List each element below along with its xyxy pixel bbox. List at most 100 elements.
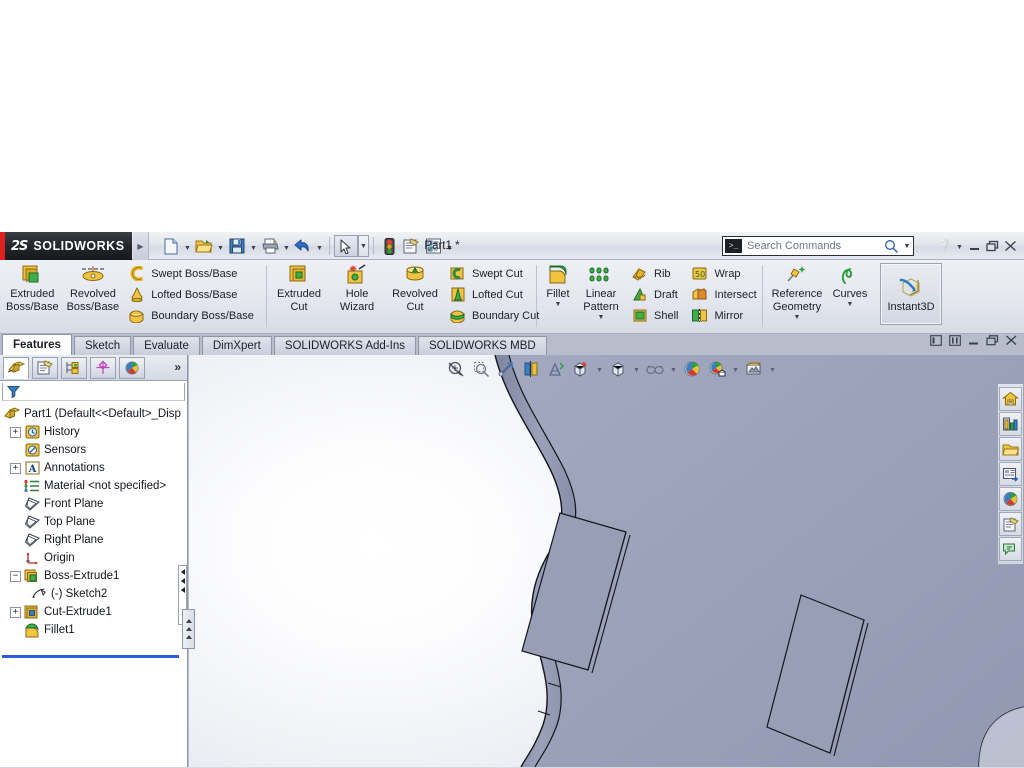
- restore-icon[interactable]: [985, 236, 1000, 256]
- swept-boss-base-button[interactable]: Swept Boss/Base: [123, 264, 258, 283]
- new-document-button[interactable]: [160, 234, 182, 258]
- tree-item-history[interactable]: + History: [3, 423, 187, 441]
- solidworks-forum-button[interactable]: [999, 537, 1022, 561]
- tree-item-cut-extrude1[interactable]: + Cut-Extrude1: [3, 603, 187, 621]
- hide-show-items-dropdown-icon[interactable]: ▼: [631, 358, 642, 380]
- close-icon[interactable]: [1003, 236, 1018, 256]
- close-document-icon[interactable]: [1004, 333, 1019, 347]
- rollback-bar[interactable]: [2, 655, 179, 658]
- tab-solidworks-mbd[interactable]: SOLIDWORKS MBD: [417, 336, 547, 355]
- expand-history-icon[interactable]: +: [10, 426, 21, 438]
- extruded-boss-base-button[interactable]: Extruded Boss/Base: [2, 260, 63, 313]
- rebuild-button[interactable]: [378, 234, 400, 258]
- tab-features[interactable]: Features: [2, 334, 72, 355]
- solidworks-logo[interactable]: 2S SOLIDWORKS: [0, 232, 132, 260]
- fillet-dropdown-icon[interactable]: ▼: [555, 301, 562, 308]
- curves-button[interactable]: Curves ▼: [828, 260, 872, 308]
- hide-show-items-icon[interactable]: [606, 358, 630, 380]
- rib-button[interactable]: Rib: [626, 264, 682, 283]
- zoom-to-area-icon[interactable]: [469, 358, 493, 380]
- lofted-cut-button[interactable]: Lofted Cut: [444, 285, 543, 304]
- search-dropdown-icon[interactable]: ▼: [901, 243, 913, 250]
- tree-item-annotations[interactable]: + A Annotations: [3, 459, 187, 477]
- linear-pattern-button[interactable]: Linear Pattern ▼: [576, 260, 626, 321]
- search-input[interactable]: Search Commands: [747, 240, 881, 252]
- tree-item-boss-extrude1[interactable]: − Boss-Extrude1: [3, 567, 187, 585]
- solidworks-resources-button[interactable]: [999, 387, 1022, 411]
- tree-item-sketch2[interactable]: (-) Sketch2: [3, 585, 187, 603]
- open-document-dropdown-icon[interactable]: ▼: [215, 234, 226, 258]
- view-settings-dropdown-icon[interactable]: ▼: [730, 358, 741, 380]
- appearances-scenes-decals-button[interactable]: [999, 487, 1022, 511]
- display-style-dropdown-icon[interactable]: ▼: [594, 358, 605, 380]
- feature-tree[interactable]: Part1 (Default<<Default>_Disp + History …: [0, 401, 187, 658]
- zoom-to-fit-icon[interactable]: [444, 358, 468, 380]
- curves-dropdown-icon[interactable]: ▼: [847, 301, 854, 308]
- view-settings-extra-dropdown-icon[interactable]: ▼: [767, 358, 778, 380]
- configuration-manager-tab[interactable]: [61, 356, 87, 379]
- tab-solidworks-add-ins[interactable]: SOLIDWORKS Add-Ins: [273, 336, 416, 355]
- undo-dropdown-icon[interactable]: ▼: [314, 234, 325, 258]
- mirror-button[interactable]: Mirror: [686, 306, 760, 325]
- print-document-button[interactable]: [259, 234, 281, 258]
- intersect-button[interactable]: Intersect: [686, 285, 760, 304]
- hole-wizard-button[interactable]: Hole Wizard: [328, 260, 386, 313]
- feature-manager-expand-icon[interactable]: »: [174, 360, 181, 374]
- select-tool-button[interactable]: [334, 235, 358, 257]
- options-dropdown-icon[interactable]: ▼: [444, 234, 455, 258]
- previous-view-icon[interactable]: [494, 358, 518, 380]
- new-document-dropdown-icon[interactable]: ▼: [182, 234, 193, 258]
- tree-item-sensors[interactable]: Sensors: [3, 441, 187, 459]
- lofted-boss-base-button[interactable]: Lofted Boss/Base: [123, 285, 258, 304]
- open-document-button[interactable]: [193, 234, 215, 258]
- select-tool-dropdown-icon[interactable]: ▼: [358, 235, 369, 257]
- boundary-cut-button[interactable]: Boundary Cut: [444, 306, 543, 325]
- help-icon[interactable]: ❔: [937, 236, 952, 256]
- revolved-boss-base-button[interactable]: Revolved Boss/Base: [63, 260, 124, 313]
- search-commands-box[interactable]: >_ Search Commands ▼: [722, 236, 914, 256]
- display-style-icon[interactable]: [569, 358, 593, 380]
- file-properties-button[interactable]: [400, 234, 422, 258]
- expand-annotations-icon[interactable]: +: [10, 462, 21, 474]
- tree-item-top-plane[interactable]: Top Plane: [3, 513, 187, 531]
- reference-geometry-dropdown-icon[interactable]: ▼: [794, 314, 801, 321]
- restore-left-icon[interactable]: [928, 333, 943, 347]
- custom-properties-button[interactable]: [999, 512, 1022, 536]
- model-3d-view[interactable]: [189, 355, 1024, 767]
- tab-sketch[interactable]: Sketch: [73, 336, 132, 355]
- tab-evaluate[interactable]: Evaluate: [133, 336, 200, 355]
- feature-manager-splitter[interactable]: [182, 609, 195, 649]
- tree-item-part1[interactable]: Part1 (Default<<Default>_Disp: [3, 405, 187, 423]
- tab-dimxpert[interactable]: DimXpert: [201, 336, 272, 355]
- boundary-boss-base-button[interactable]: Boundary Boss/Base: [123, 306, 258, 325]
- instant3d-button[interactable]: Instant3D: [880, 263, 942, 325]
- restore-right-icon[interactable]: [947, 333, 962, 347]
- save-document-button[interactable]: [226, 234, 248, 258]
- extruded-cut-button[interactable]: Extruded Cut: [270, 260, 328, 313]
- revolved-cut-button[interactable]: Revolved Cut: [386, 260, 444, 313]
- wrap-button[interactable]: 50 Wrap: [686, 264, 760, 283]
- view-orientation-icon[interactable]: [544, 358, 568, 380]
- options-button[interactable]: [422, 234, 444, 258]
- minimize-document-icon[interactable]: [966, 333, 981, 347]
- reference-geometry-button[interactable]: Reference Geometry ▼: [766, 260, 828, 321]
- expand-cut-extrude1-icon[interactable]: +: [10, 606, 21, 618]
- fillet-button[interactable]: Fillet ▼: [540, 260, 576, 308]
- tree-item-material[interactable]: Material <not specified>: [3, 477, 187, 495]
- view-settings-icon[interactable]: [705, 358, 729, 380]
- property-manager-tab[interactable]: [32, 356, 58, 379]
- edit-appearance-icon[interactable]: [643, 358, 667, 380]
- section-view-icon[interactable]: [519, 358, 543, 380]
- graphics-viewport[interactable]: ▼ ▼ ▼ ▼ ▼: [189, 355, 1024, 767]
- file-explorer-button[interactable]: [999, 437, 1022, 461]
- display-manager-tab[interactable]: [119, 356, 145, 379]
- help-dropdown-icon[interactable]: ▼: [955, 236, 964, 256]
- print-document-dropdown-icon[interactable]: ▼: [281, 234, 292, 258]
- tree-item-origin[interactable]: Origin: [3, 549, 187, 567]
- dimxpert-manager-tab[interactable]: [90, 356, 116, 379]
- restore-document-icon[interactable]: [985, 333, 1000, 347]
- shell-button[interactable]: Shell: [626, 306, 682, 325]
- view-settings-extra-icon[interactable]: [742, 358, 766, 380]
- swept-cut-button[interactable]: Swept Cut: [444, 264, 543, 283]
- feature-manager-tab[interactable]: [3, 356, 29, 379]
